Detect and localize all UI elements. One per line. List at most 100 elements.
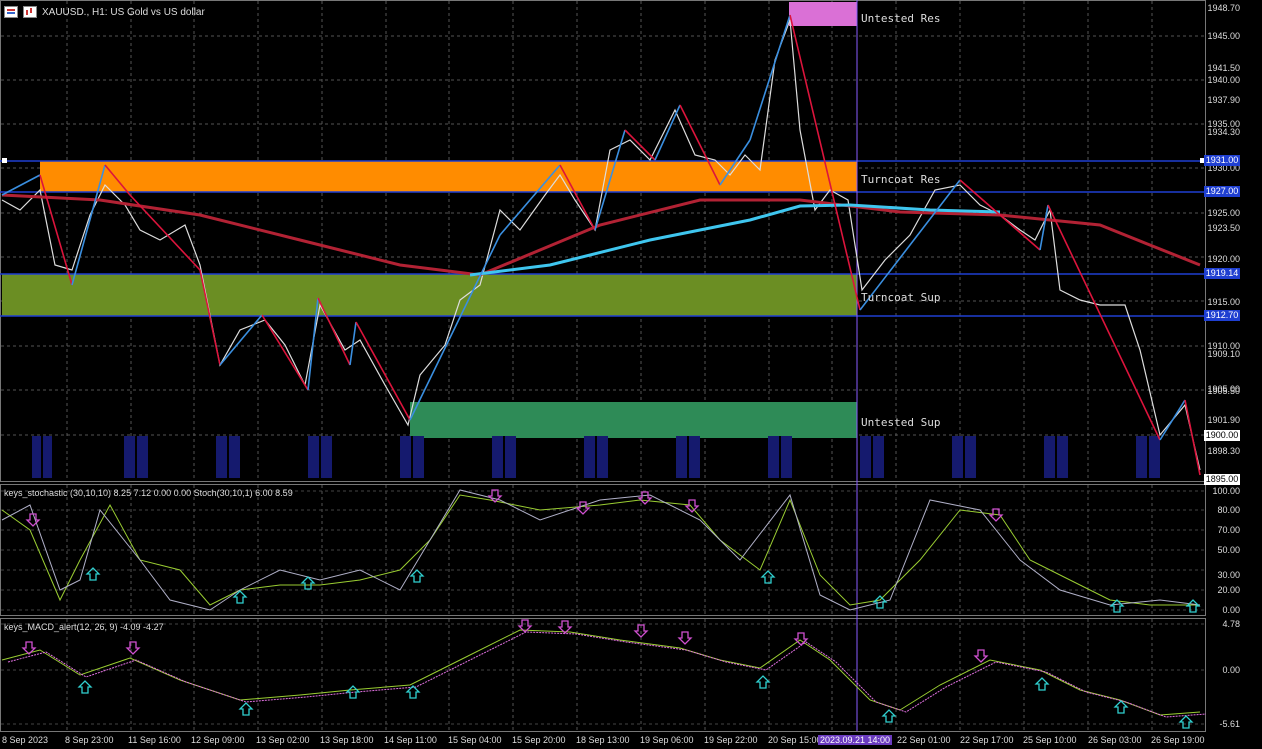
- price-tick-label: 1934.30: [1207, 127, 1240, 137]
- zigzag-segment: [261, 314, 309, 391]
- down-arrow-icon: [125, 641, 141, 655]
- time-tick-label: 15 Sep 20:00: [512, 735, 566, 745]
- price-tick-label: 1945.00: [1207, 31, 1240, 41]
- price-tick-label: 1941.50: [1207, 63, 1240, 73]
- up-arrow-icon: [300, 576, 316, 590]
- price-level-box: 1931.00: [1204, 155, 1240, 166]
- session-gap: [227, 436, 229, 478]
- time-tick-label: 26 Sep 19:00: [1151, 735, 1205, 745]
- stochastic-tick-label: 80.00: [1217, 505, 1240, 515]
- time-tick-label: 22 Sep 01:00: [897, 735, 951, 745]
- time-tick-label: 19 Sep 22:00: [704, 735, 758, 745]
- time-tick-label: 22 Sep 17:00: [960, 735, 1014, 745]
- time-tick-label: 15 Sep 04:00: [448, 735, 502, 745]
- turncoat-res-label: Turncoat Res: [861, 173, 941, 186]
- zigzag-segment: [1184, 399, 1201, 476]
- turncoat-res-zone: [40, 161, 857, 192]
- session-gap: [871, 436, 873, 478]
- stochastic-tick-label: 0.00: [1222, 605, 1240, 615]
- down-arrow-icon: [973, 649, 989, 663]
- up-arrow-icon: [881, 709, 897, 723]
- up-arrow-icon: [755, 675, 771, 689]
- chart-title: XAUUSD., H1: US Gold vs US dollar: [42, 6, 205, 18]
- price-tick-label: 1915.00: [1207, 297, 1240, 307]
- time-tick-label: 25 Sep 10:00: [1023, 735, 1077, 745]
- time-tick-label: 11 Sep 16:00: [128, 735, 181, 745]
- price-level-box: 1900.00: [1204, 430, 1240, 441]
- level-handle: [2, 158, 7, 163]
- stochastic-tick-label: 30.00: [1217, 570, 1240, 580]
- price-tick-label: 1920.00: [1207, 254, 1240, 264]
- untested-res-label: Untested Res: [861, 12, 941, 25]
- stochastic-tick-label: 100.00: [1212, 486, 1240, 496]
- up-arrow-icon: [760, 570, 776, 584]
- price-tick-label: 1937.90: [1207, 95, 1240, 105]
- zigzag-segment: [409, 234, 501, 421]
- time-tick-label: 26 Sep 03:00: [1088, 735, 1142, 745]
- price-tick-label: 1905.50: [1207, 386, 1240, 396]
- zigzag-segment: [1159, 399, 1186, 441]
- untested-sup-label: Untested Sup: [861, 416, 941, 429]
- session-gap: [1055, 436, 1057, 478]
- time-tick-label: 20 Sep 15:00: [768, 735, 822, 745]
- zigzag-segment: [355, 321, 411, 421]
- macd-tick-label: 4.78: [1222, 619, 1240, 629]
- session-gap: [779, 436, 781, 478]
- down-arrow-icon: [677, 631, 693, 645]
- up-arrow-icon: [409, 569, 425, 583]
- price-tick-label: 1925.00: [1207, 208, 1240, 218]
- turncoat-sup-zone: [2, 274, 857, 316]
- zigzag-segment: [219, 314, 263, 366]
- untested-sup-zone: [410, 402, 857, 438]
- stochastic-tick-label: 70.00: [1217, 525, 1240, 535]
- session-gap: [135, 436, 137, 478]
- macd-pane-frame: [0, 618, 1206, 732]
- stochastic-label: keys_stochastic (30,10,10) 8.25 7.12 0.0…: [4, 488, 293, 498]
- time-cursor-label: 2023.09.21 14:00: [818, 735, 893, 745]
- zigzag-segment: [129, 194, 201, 271]
- time-tick-label: 18 Sep 13:00: [576, 735, 630, 745]
- up-arrow-icon: [238, 702, 254, 716]
- price-level-box: 1919.14: [1204, 268, 1240, 279]
- session-gap: [1147, 436, 1149, 478]
- chart-canvas[interactable]: [0, 0, 1262, 749]
- macd-label: keys_MACD_alert(12, 26, 9) -4.09 -4.27: [4, 622, 164, 632]
- time-tick-label: 8 Sep 23:00: [65, 735, 114, 745]
- time-tick-label: 13 Sep 18:00: [320, 735, 374, 745]
- zigzag-segment: [1047, 204, 1161, 441]
- chart-grid-icon[interactable]: [4, 6, 18, 18]
- stochastic-tick-label: 20.00: [1217, 585, 1240, 595]
- ma-red: [1, 193, 1201, 277]
- chart-window[interactable]: XAUUSD., H1: US Gold vs US dollar Untest…: [0, 0, 1262, 749]
- price-tick-label: 1909.10: [1207, 349, 1240, 359]
- session-gap: [41, 436, 43, 478]
- chart-header: XAUUSD., H1: US Gold vs US dollar: [4, 6, 205, 18]
- time-tick-label: 13 Sep 02:00: [256, 735, 310, 745]
- session-gap: [503, 436, 505, 478]
- price-tick-label: 1898.30: [1207, 446, 1240, 456]
- time-tick-label: 19 Sep 06:00: [640, 735, 694, 745]
- stochastic-tick-label: 50.00: [1217, 545, 1240, 555]
- up-arrow-icon: [1113, 700, 1129, 714]
- price-level-box: 1895.00: [1204, 474, 1240, 485]
- macd-line: [1, 629, 1201, 716]
- macd-tick-label: -5.61: [1219, 719, 1240, 729]
- time-tick-label: 14 Sep 11:00: [384, 735, 437, 745]
- session-gap: [319, 436, 321, 478]
- session-gap: [687, 436, 689, 478]
- price-tick-label: 1923.50: [1207, 223, 1240, 233]
- price-tick-label: 1940.00: [1207, 75, 1240, 85]
- macd-tick-label: 0.00: [1222, 665, 1240, 675]
- zigzag-segment: [624, 129, 656, 161]
- session-gap: [595, 436, 597, 478]
- macd-signal: [7, 631, 1207, 718]
- chart-bars-icon[interactable]: [23, 6, 37, 18]
- up-arrow-icon: [77, 680, 93, 694]
- turncoat-sup-label: Turncoat Sup: [861, 291, 941, 304]
- time-tick-label: 8 Sep 2023: [2, 735, 49, 745]
- up-arrow-icon: [1178, 715, 1194, 729]
- session-gap: [411, 436, 413, 478]
- up-arrow-icon: [1034, 677, 1050, 691]
- price-level-box: 1927.00: [1204, 186, 1240, 197]
- untested-res-zone: [789, 2, 857, 26]
